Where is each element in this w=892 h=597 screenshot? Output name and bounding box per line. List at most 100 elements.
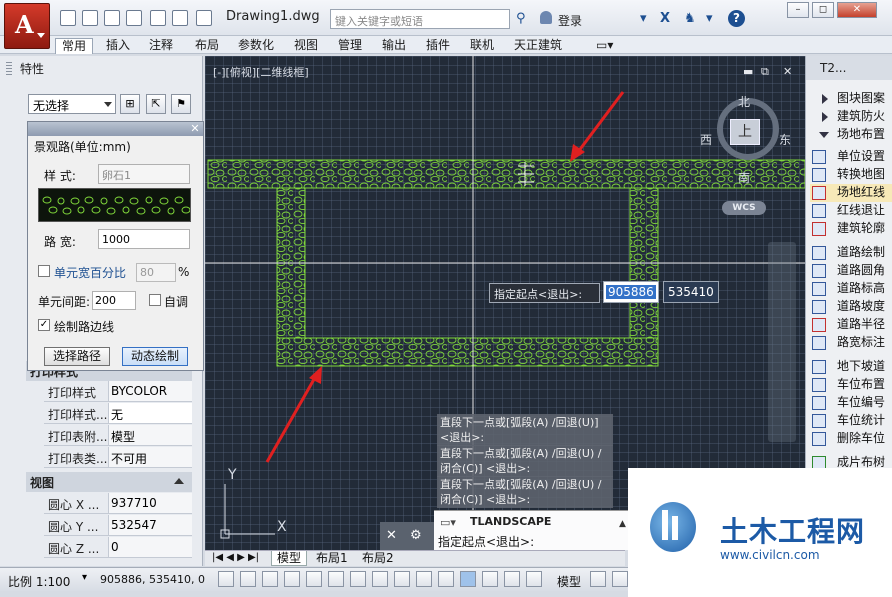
tab-model[interactable]: 模型: [271, 551, 308, 566]
dropdown-icon[interactable]: ▾: [640, 11, 647, 26]
dynamic-input-icon[interactable]: [416, 571, 432, 587]
new-file-icon[interactable]: [60, 10, 76, 26]
transparency-icon[interactable]: [460, 571, 476, 587]
annotation-monitor-icon[interactable]: [526, 571, 542, 587]
login-button[interactable]: 登录: [558, 12, 582, 29]
viewcube-top-face[interactable]: 上: [730, 119, 760, 145]
select-objects-icon[interactable]: ⇱: [146, 94, 166, 114]
tool-delete-parking[interactable]: 删除车位: [810, 430, 892, 448]
selection-dropdown[interactable]: 无选择: [28, 94, 116, 114]
dropdown-icon[interactable]: ▾: [706, 11, 713, 26]
dynamic-input-x[interactable]: 905886: [603, 281, 659, 303]
select-path-button[interactable]: 选择路径: [44, 347, 110, 366]
autodesk-360-icon[interactable]: ♞: [684, 11, 696, 26]
3d-object-snap-icon[interactable]: [350, 571, 366, 587]
tool-convert-map[interactable]: 转换地图: [810, 166, 892, 184]
chevron-down-icon[interactable]: ▾: [82, 572, 87, 583]
close-icon[interactable]: ✕: [386, 528, 397, 543]
ortho-mode-icon[interactable]: [284, 571, 300, 587]
open-file-icon[interactable]: [82, 10, 98, 26]
wrench-icon[interactable]: ⚙: [410, 528, 422, 543]
tool-parking-number[interactable]: 车位编号: [810, 394, 892, 412]
close-icon[interactable]: ✕: [188, 122, 202, 135]
tab-layout[interactable]: 布局: [189, 38, 225, 54]
tab-home[interactable]: 常用: [55, 38, 94, 54]
road-width-input[interactable]: 1000: [98, 229, 190, 249]
tab-annotate[interactable]: 注释: [143, 38, 179, 54]
lineweight-icon[interactable]: [438, 571, 454, 587]
quick-access-menu-icon[interactable]: [196, 10, 212, 26]
restore-button[interactable]: ◻: [812, 2, 834, 18]
property-row[interactable]: 打印表附... 模型: [44, 425, 192, 446]
application-menu-button[interactable]: A: [4, 3, 50, 49]
polar-tracking-icon[interactable]: [306, 571, 322, 587]
tab-online[interactable]: 联机: [464, 38, 500, 54]
tool-road-radius[interactable]: 道路半径: [810, 316, 892, 334]
viewport-label[interactable]: [-][俯视][二维线框]: [213, 64, 309, 80]
selection-cycling-icon[interactable]: [504, 571, 520, 587]
tool-road-width-dim[interactable]: 路宽标注: [810, 334, 892, 352]
dynamic-ucs-icon[interactable]: [394, 571, 410, 587]
command-prompt[interactable]: 指定起点<退出>:: [438, 533, 534, 550]
quick-select-icon[interactable]: ⚑: [171, 94, 191, 114]
undo-icon[interactable]: [150, 10, 166, 26]
draw-edge-checkbox[interactable]: ✓: [38, 319, 50, 331]
property-row[interactable]: 打印表类... 不可用: [44, 447, 192, 468]
auto-adjust-checkbox[interactable]: [149, 294, 161, 306]
tool-road-draw[interactable]: 道路绘制: [810, 244, 892, 262]
unit-width-percent-checkbox[interactable]: [38, 265, 50, 277]
tool-underground-ramp[interactable]: 地下坡道: [810, 358, 892, 376]
tool-fire-protection[interactable]: 建筑防火: [810, 108, 892, 126]
compass-south[interactable]: 南: [738, 169, 750, 186]
dialog-header[interactable]: ✕: [28, 122, 203, 136]
chevron-up-icon[interactable]: ▲: [619, 519, 626, 529]
navigation-bar[interactable]: [768, 242, 796, 442]
tool-site-redline[interactable]: 场地红线: [810, 184, 892, 202]
tool-block-pattern[interactable]: 图块图案: [810, 90, 892, 108]
tool-building-outline[interactable]: 建筑轮廓: [810, 220, 892, 238]
style-field[interactable]: 卵石1: [98, 164, 190, 184]
section-view[interactable]: 视图: [26, 472, 192, 492]
tab-insert[interactable]: 插入: [100, 38, 136, 54]
layout-nav-icon[interactable]: |◀ ◀ ▶ ▶|: [207, 551, 264, 566]
save-as-icon[interactable]: [126, 10, 142, 26]
close-button[interactable]: ✕: [837, 2, 877, 18]
annotation-scale[interactable]: 比例 1:100: [8, 573, 70, 590]
viewport-restore-icon[interactable]: ⧉: [761, 65, 769, 79]
quick-view-layouts-icon[interactable]: [590, 571, 606, 587]
compass-west[interactable]: 西: [700, 131, 712, 148]
unit-width-percent-input[interactable]: 80: [136, 263, 176, 282]
tool-road-fillet[interactable]: 道路圆角: [810, 262, 892, 280]
minimize-button[interactable]: –: [787, 2, 809, 18]
property-row[interactable]: 圆心 Z ... 0: [44, 537, 192, 558]
dynamic-draw-button[interactable]: 动态绘制: [122, 347, 188, 366]
quick-view-drawings-icon[interactable]: [612, 571, 628, 587]
tab-output[interactable]: 输出: [376, 38, 412, 54]
dynamic-input-y[interactable]: 535410: [663, 281, 719, 303]
tool-redline-setback[interactable]: 红线退让: [810, 202, 892, 220]
wcs-menu[interactable]: WCS: [722, 201, 766, 215]
tool-parking-stats[interactable]: 车位统计: [810, 412, 892, 430]
coordinates-readout[interactable]: 905886, 535410, 0: [100, 573, 205, 586]
palette-title[interactable]: T2...: [806, 56, 892, 80]
save-icon[interactable]: [104, 10, 120, 26]
search-input[interactable]: 键入关键字或短语: [330, 9, 510, 29]
infer-constraints-icon[interactable]: [218, 571, 234, 587]
object-snap-tracking-icon[interactable]: [372, 571, 388, 587]
viewport-minimize-icon[interactable]: ▬: [743, 65, 753, 78]
compass-east[interactable]: 东: [779, 131, 791, 148]
unit-spacing-input[interactable]: 200: [92, 291, 136, 310]
tab-plugins[interactable]: 插件: [420, 38, 456, 54]
tab-layout1[interactable]: 布局1: [311, 551, 353, 566]
redo-icon[interactable]: [172, 10, 188, 26]
exchange-icon[interactable]: X: [660, 11, 670, 26]
model-space-button[interactable]: 模型: [557, 573, 581, 590]
tab-layout2[interactable]: 布局2: [357, 551, 399, 566]
grid-display-icon[interactable]: [262, 571, 278, 587]
tool-parking-layout[interactable]: 车位布置: [810, 376, 892, 394]
snap-mode-icon[interactable]: [240, 571, 256, 587]
ribbon-minimize-icon[interactable]: ▭▾: [590, 38, 619, 54]
tool-site-layout[interactable]: 场地布置: [810, 126, 892, 144]
compass-north[interactable]: 北: [738, 93, 750, 110]
property-row[interactable]: 圆心 X ... 937710: [44, 493, 192, 514]
